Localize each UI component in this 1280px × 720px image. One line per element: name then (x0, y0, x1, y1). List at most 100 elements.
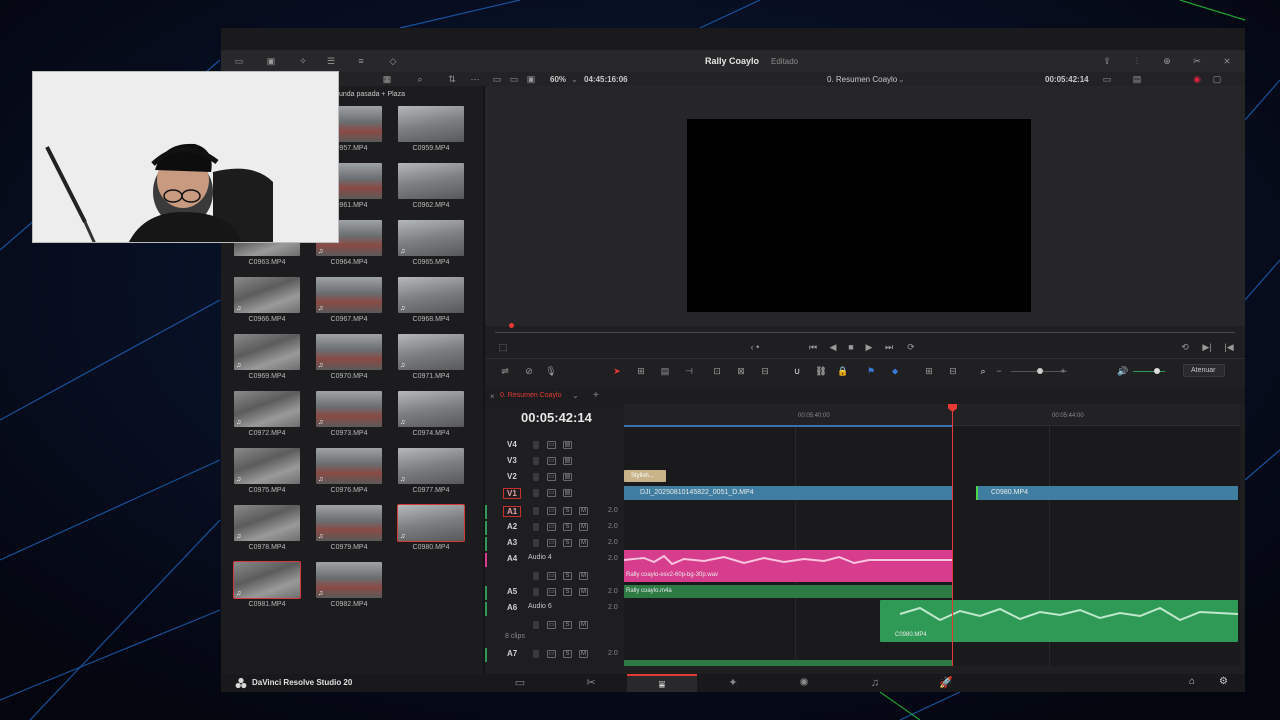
track-visibility-icon[interactable]: ▤ (563, 441, 572, 449)
play-icon[interactable]: ▶ (863, 342, 875, 352)
media-thumbnail[interactable]: ♫ (398, 277, 464, 313)
clip-mode-icon[interactable]: ▭ (1101, 74, 1113, 84)
volume-icon[interactable]: 🔊 (1117, 366, 1129, 376)
mute-track-button[interactable]: M (579, 507, 588, 515)
go-to-start-icon[interactable]: ⏮ (807, 342, 819, 352)
dynamic-trim-icon[interactable]: ▤ (659, 366, 671, 376)
solo-button[interactable]: S (563, 539, 572, 547)
audio-clip-a5[interactable] (624, 585, 952, 598)
render-icon[interactable]: ⊘ (523, 366, 535, 376)
more-options-icon[interactable]: ⋯ (469, 74, 481, 84)
zoom-in-icon[interactable]: + (1057, 366, 1069, 376)
home-icon[interactable]: ⌂ (1189, 676, 1195, 687)
mute-track-button[interactable]: M (579, 523, 588, 531)
lock-icon[interactable] (533, 489, 539, 497)
media-thumbnail[interactable]: ♫ (316, 391, 382, 427)
auto-select-icon[interactable]: ▭ (547, 572, 556, 580)
media-thumbnail[interactable]: ♫ (398, 334, 464, 370)
solo-button[interactable]: S (563, 523, 572, 531)
effects-icon[interactable]: ▣ (265, 56, 277, 66)
viewer-dual-icon[interactable]: ▣ (525, 74, 537, 84)
flag-icon[interactable]: ⚑ (865, 366, 877, 376)
track-id[interactable]: A7 (507, 649, 517, 658)
media-thumbnail[interactable]: ♫ (398, 220, 464, 256)
solo-button[interactable]: S (563, 507, 572, 515)
media-thumbnail[interactable]: ♫ (316, 448, 382, 484)
auto-select-icon[interactable]: ▭ (547, 441, 556, 449)
auto-select-icon[interactable]: ▭ (547, 523, 556, 531)
play-reverse-icon[interactable]: ◀ (827, 342, 839, 352)
mute-track-button[interactable]: M (579, 650, 588, 658)
solo-button[interactable]: S (563, 650, 572, 658)
video-preview[interactable] (687, 119, 1031, 312)
lock-icon[interactable] (533, 572, 539, 580)
snapping-icon[interactable]: ∪ (791, 366, 803, 376)
media-thumbnail[interactable]: ♫ (397, 504, 465, 542)
zoom-slider-handle[interactable] (1037, 368, 1043, 374)
volume-slider-handle[interactable] (1154, 368, 1160, 374)
track-id[interactable]: A4 (507, 554, 517, 563)
lock-icon[interactable] (533, 523, 539, 531)
track-visibility-icon[interactable]: ▤ (563, 489, 572, 497)
media-thumbnail[interactable] (398, 106, 464, 142)
media-thumbnail[interactable] (398, 163, 464, 199)
nav-fusion-page[interactable]: ✦ (698, 674, 768, 692)
track-id[interactable]: A5 (507, 587, 517, 596)
zoom-detail-icon[interactable]: ⊟ (947, 366, 959, 376)
lock-icon[interactable] (533, 539, 539, 547)
timeline-tab[interactable]: 0. Resumen Coaylo (500, 392, 561, 399)
track-id[interactable]: V4 (507, 440, 517, 449)
lock-icon[interactable] (533, 441, 539, 449)
share-icon[interactable]: ⇪ (1101, 56, 1113, 66)
track-visibility-icon[interactable]: ▤ (563, 473, 572, 481)
position-lock-icon[interactable]: 🔒 (837, 366, 849, 376)
nav-color-page[interactable]: ✺ (769, 674, 839, 692)
nav-cut-page[interactable]: ✂ (556, 674, 626, 692)
blade-tool-icon[interactable]: ⊣ (683, 366, 695, 376)
auto-select-icon[interactable]: ▭ (547, 457, 556, 465)
track-id[interactable]: V1 (503, 488, 521, 499)
close-panel-icon[interactable]: ⨯ (1221, 56, 1233, 66)
solo-button[interactable]: S (563, 621, 572, 629)
media-thumbnail[interactable]: ♫ (234, 391, 300, 427)
edit-index-icon[interactable]: ☰ (325, 56, 337, 66)
auto-select-icon[interactable]: ▭ (547, 621, 556, 629)
lock-icon[interactable] (533, 621, 539, 629)
search-icon[interactable]: ⌕ (414, 74, 426, 84)
track-id[interactable]: V3 (507, 456, 517, 465)
zoom-level[interactable]: 60% (550, 75, 566, 84)
lock-icon[interactable] (533, 507, 539, 515)
mute-track-button[interactable]: M (579, 588, 588, 596)
timeline-name[interactable]: 0. Resumen Coaylo (827, 75, 897, 84)
viewer-scrubber-track[interactable] (495, 332, 1235, 333)
mixer-icon[interactable]: ⫶ (1131, 56, 1143, 66)
close-tab-icon[interactable]: × (490, 392, 495, 401)
sort-icon[interactable]: ⇅ (446, 74, 458, 84)
grid-view-icon[interactable]: ▦ (381, 74, 393, 84)
viewer-options-icon[interactable]: ▤ (1131, 74, 1143, 84)
metadata-icon[interactable]: ⊕ (1161, 56, 1173, 66)
timeline-dropdown-icon[interactable]: ⌄ (898, 75, 905, 84)
stop-icon[interactable]: ■ (845, 342, 857, 352)
auto-select-icon[interactable]: ▭ (547, 489, 556, 497)
track-id[interactable]: V2 (507, 472, 517, 481)
settings-icon[interactable]: ⚙ (1219, 676, 1228, 687)
lock-icon[interactable] (533, 473, 539, 481)
tab-dropdown-icon[interactable]: ⌄ (572, 391, 579, 400)
microphone-icon[interactable]: 🎙 (545, 366, 557, 376)
lock-icon[interactable] (533, 650, 539, 658)
marker-icon[interactable]: ⬥ (889, 366, 901, 376)
lock-icon[interactable] (533, 588, 539, 596)
zoom-dropdown-icon[interactable]: ⌄ (571, 75, 578, 84)
media-thumbnail[interactable]: ♫ (316, 505, 382, 541)
auto-select-icon[interactable]: ▭ (547, 473, 556, 481)
media-thumbnail[interactable]: ♫ (234, 277, 300, 313)
track-id[interactable]: A1 (503, 506, 522, 517)
media-thumbnail[interactable]: ♫ (398, 448, 464, 484)
volume-slider[interactable] (1133, 371, 1165, 372)
media-thumbnail[interactable]: ♫ (234, 505, 300, 541)
timeline-options-icon[interactable]: ⇌ (499, 366, 511, 376)
media-thumbnail[interactable]: ♫ (233, 561, 301, 599)
media-thumbnail[interactable]: ♫ (398, 391, 464, 427)
audio-clip-a7[interactable] (624, 660, 952, 666)
